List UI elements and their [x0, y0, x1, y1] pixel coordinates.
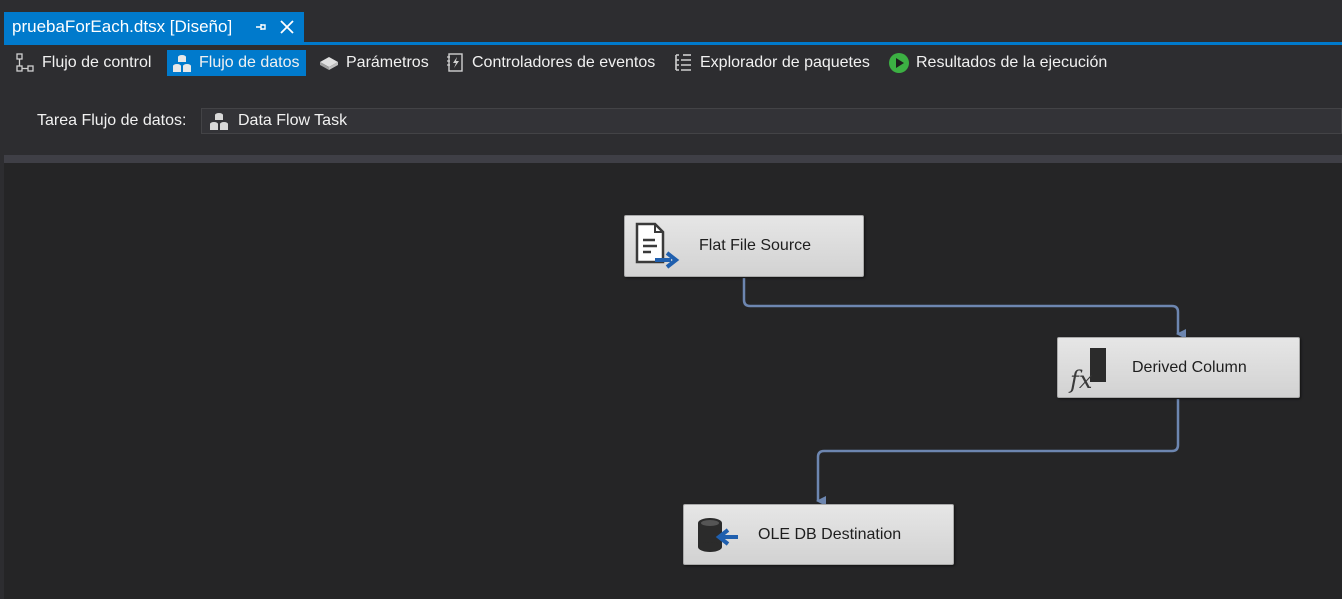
component-label: Derived Column [1132, 358, 1247, 376]
tab-label: Parámetros [346, 54, 429, 71]
document-tab-strip: pruebaForEach.dtsx [Diseño] [0, 0, 1342, 45]
component-label: Flat File Source [699, 237, 812, 254]
control-flow-icon [16, 53, 34, 72]
close-icon[interactable] [279, 19, 295, 35]
document-tab-title: pruebaForEach.dtsx [Diseño] [12, 17, 233, 36]
event-handlers-icon [447, 53, 463, 72]
tab-data-flow[interactable]: Flujo de datos [167, 50, 306, 76]
component-label: OLE DB Destination [758, 525, 902, 543]
task-selector-label: Tarea Flujo de datos: [37, 112, 187, 129]
task-selector-dropdown[interactable]: Data Flow Task [201, 108, 1342, 134]
parameters-icon [320, 57, 338, 70]
tab-label: Explorador de paquetes [700, 54, 870, 71]
tab-underline [4, 42, 1342, 45]
data-flow-icon [173, 55, 191, 72]
tab-execution-results[interactable]: Resultados de la ejecución [884, 50, 1113, 76]
tab-event-handlers[interactable]: Controladores de eventos [440, 50, 661, 76]
flat-file-source-component[interactable]: Flat File Source [624, 215, 864, 277]
derived-column-icon: fx [1068, 347, 1106, 394]
derived-column-component[interactable]: fx Derived Column [1057, 337, 1300, 398]
svg-text:fx: fx [1068, 366, 1093, 394]
ole-db-destination-component[interactable]: OLE DB Destination [683, 504, 954, 565]
tab-label: Flujo de datos [199, 54, 300, 71]
designer-divider [4, 155, 1342, 163]
tab-control-flow[interactable]: Flujo de control [10, 50, 157, 76]
document-tab[interactable]: pruebaForEach.dtsx [Diseño] [4, 12, 304, 42]
data-flow-task-icon [210, 113, 228, 130]
tab-package-explorer[interactable]: Explorador de paquetes [668, 50, 876, 76]
play-icon [889, 53, 909, 73]
package-explorer-icon [675, 54, 691, 71]
task-selector-row: Tarea Flujo de datos: Data Flow Task [0, 108, 1342, 136]
tab-label: Controladores de eventos [472, 54, 656, 71]
ole-db-destination-icon [698, 517, 738, 552]
task-selector-value: Data Flow Task [238, 112, 348, 129]
designer-tab-bar: Flujo de control Flujo de datos Parámetr… [0, 48, 1342, 78]
pin-icon[interactable] [252, 19, 268, 35]
tab-label: Flujo de control [42, 54, 152, 71]
tab-parameters[interactable]: Parámetros [314, 50, 435, 76]
tab-label: Resultados de la ejecución [916, 54, 1108, 71]
flat-file-source-icon [635, 222, 680, 269]
